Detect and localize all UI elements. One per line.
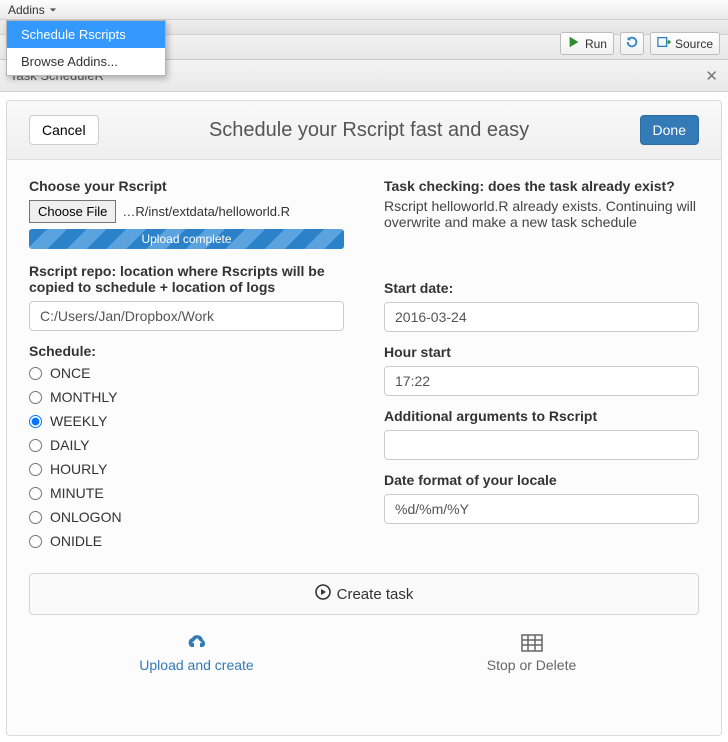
start-date-label: Start date: [384, 280, 699, 296]
locale-input[interactable] [384, 494, 699, 524]
choose-file-button[interactable]: Choose File [29, 200, 116, 223]
repo-label: Rscript repo: location where Rscripts wi… [29, 263, 344, 295]
chosen-file-path: …R/inst/extdata/helloworld.R [122, 204, 290, 219]
schedule-radio-weekly[interactable] [29, 415, 42, 428]
start-date-input[interactable] [384, 302, 699, 332]
schedule-radio-group: ONCE MONTHLY WEEKLY DAILY HOURLY MINUTE ONLOGO… [29, 365, 344, 549]
hour-start-input[interactable] [384, 366, 699, 396]
schedule-radio-once[interactable] [29, 367, 42, 380]
create-task-button[interactable]: Create task [29, 573, 699, 615]
footer-actions: Upload and create Stop or Delete [7, 625, 721, 687]
run-button[interactable]: Run [560, 32, 614, 55]
grid-icon [364, 633, 699, 653]
upload-and-create-button[interactable]: Upload and create [29, 633, 364, 673]
choose-file-button-label: Choose File [38, 204, 107, 219]
upload-and-create-label: Upload and create [139, 657, 253, 673]
source-icon [657, 35, 671, 52]
addins-menu-button[interactable]: Addins [8, 0, 57, 20]
rerun-icon [625, 35, 639, 52]
cloud-upload-icon [29, 633, 364, 653]
schedule-option-label: ONLOGON [50, 509, 122, 525]
close-icon[interactable]: ✕ [705, 67, 718, 85]
play-circle-icon [315, 584, 331, 604]
schedule-radio-monthly[interactable] [29, 391, 42, 404]
cancel-label: Cancel [42, 122, 86, 138]
schedule-option-hourly[interactable]: HOURLY [29, 461, 344, 477]
left-column: Choose your Rscript Choose File …R/inst/… [29, 178, 344, 549]
schedule-option-onidle[interactable]: ONIDLE [29, 533, 344, 549]
schedule-option-weekly[interactable]: WEEKLY [29, 413, 344, 429]
done-label: Done [653, 122, 686, 138]
chevron-down-icon [45, 0, 57, 20]
dropdown-item-label: Browse Addins... [21, 54, 118, 69]
schedule-option-daily[interactable]: DAILY [29, 437, 344, 453]
schedule-option-label: WEEKLY [50, 413, 107, 429]
schedule-radio-hourly[interactable] [29, 463, 42, 476]
schedule-radio-onlogon[interactable] [29, 511, 42, 524]
run-icon [567, 35, 581, 52]
dropdown-item-label: Schedule Rscripts [21, 27, 126, 42]
task-checking-title: Task checking: does the task already exi… [384, 178, 699, 194]
create-task-label: Create task [337, 586, 414, 603]
run-label: Run [585, 37, 607, 51]
schedule-option-label: HOURLY [50, 461, 107, 477]
schedule-radio-daily[interactable] [29, 439, 42, 452]
upload-status-label: Upload complete [141, 232, 231, 246]
task-scheduler-dialog: Cancel Schedule your Rscript fast and ea… [6, 100, 722, 736]
dropdown-item-schedule-rscripts[interactable]: Schedule Rscripts [7, 21, 165, 48]
rerun-button[interactable] [620, 32, 644, 55]
addins-dropdown: Schedule Rscripts Browse Addins... [6, 20, 166, 76]
repo-path-input[interactable] [29, 301, 344, 331]
schedule-option-once[interactable]: ONCE [29, 365, 344, 381]
schedule-radio-minute[interactable] [29, 487, 42, 500]
locale-label: Date format of your locale [384, 472, 699, 488]
schedule-option-monthly[interactable]: MONTHLY [29, 389, 344, 405]
args-label: Additional arguments to Rscript [384, 408, 699, 424]
stop-or-delete-button[interactable]: Stop or Delete [364, 633, 699, 673]
schedule-label: Schedule: [29, 343, 344, 359]
stop-or-delete-label: Stop or Delete [487, 657, 577, 673]
source-button[interactable]: Source [650, 32, 720, 55]
source-label: Source [675, 37, 713, 51]
schedule-option-minute[interactable]: MINUTE [29, 485, 344, 501]
addins-menu-label: Addins [8, 0, 45, 20]
schedule-option-label: ONIDLE [50, 533, 102, 549]
dialog-title: Schedule your Rscript fast and easy [99, 119, 640, 142]
right-column: Task checking: does the task already exi… [384, 178, 699, 549]
schedule-option-onlogon[interactable]: ONLOGON [29, 509, 344, 525]
hour-start-label: Hour start [384, 344, 699, 360]
schedule-option-label: MINUTE [50, 485, 104, 501]
choose-rscript-label: Choose your Rscript [29, 178, 344, 194]
task-checking-body: Rscript helloworld.R already exists. Con… [384, 198, 699, 230]
schedule-option-label: MONTHLY [50, 389, 117, 405]
cancel-button[interactable]: Cancel [29, 115, 99, 145]
dropdown-item-browse-addins[interactable]: Browse Addins... [7, 48, 165, 75]
schedule-radio-onidle[interactable] [29, 535, 42, 548]
upload-progress-bar: Upload complete [29, 229, 344, 249]
dialog-header: Cancel Schedule your Rscript fast and ea… [7, 101, 721, 160]
schedule-option-label: ONCE [50, 365, 90, 381]
done-button[interactable]: Done [640, 115, 699, 145]
args-input[interactable] [384, 430, 699, 460]
menubar: Addins [0, 0, 728, 20]
schedule-option-label: DAILY [50, 437, 89, 453]
